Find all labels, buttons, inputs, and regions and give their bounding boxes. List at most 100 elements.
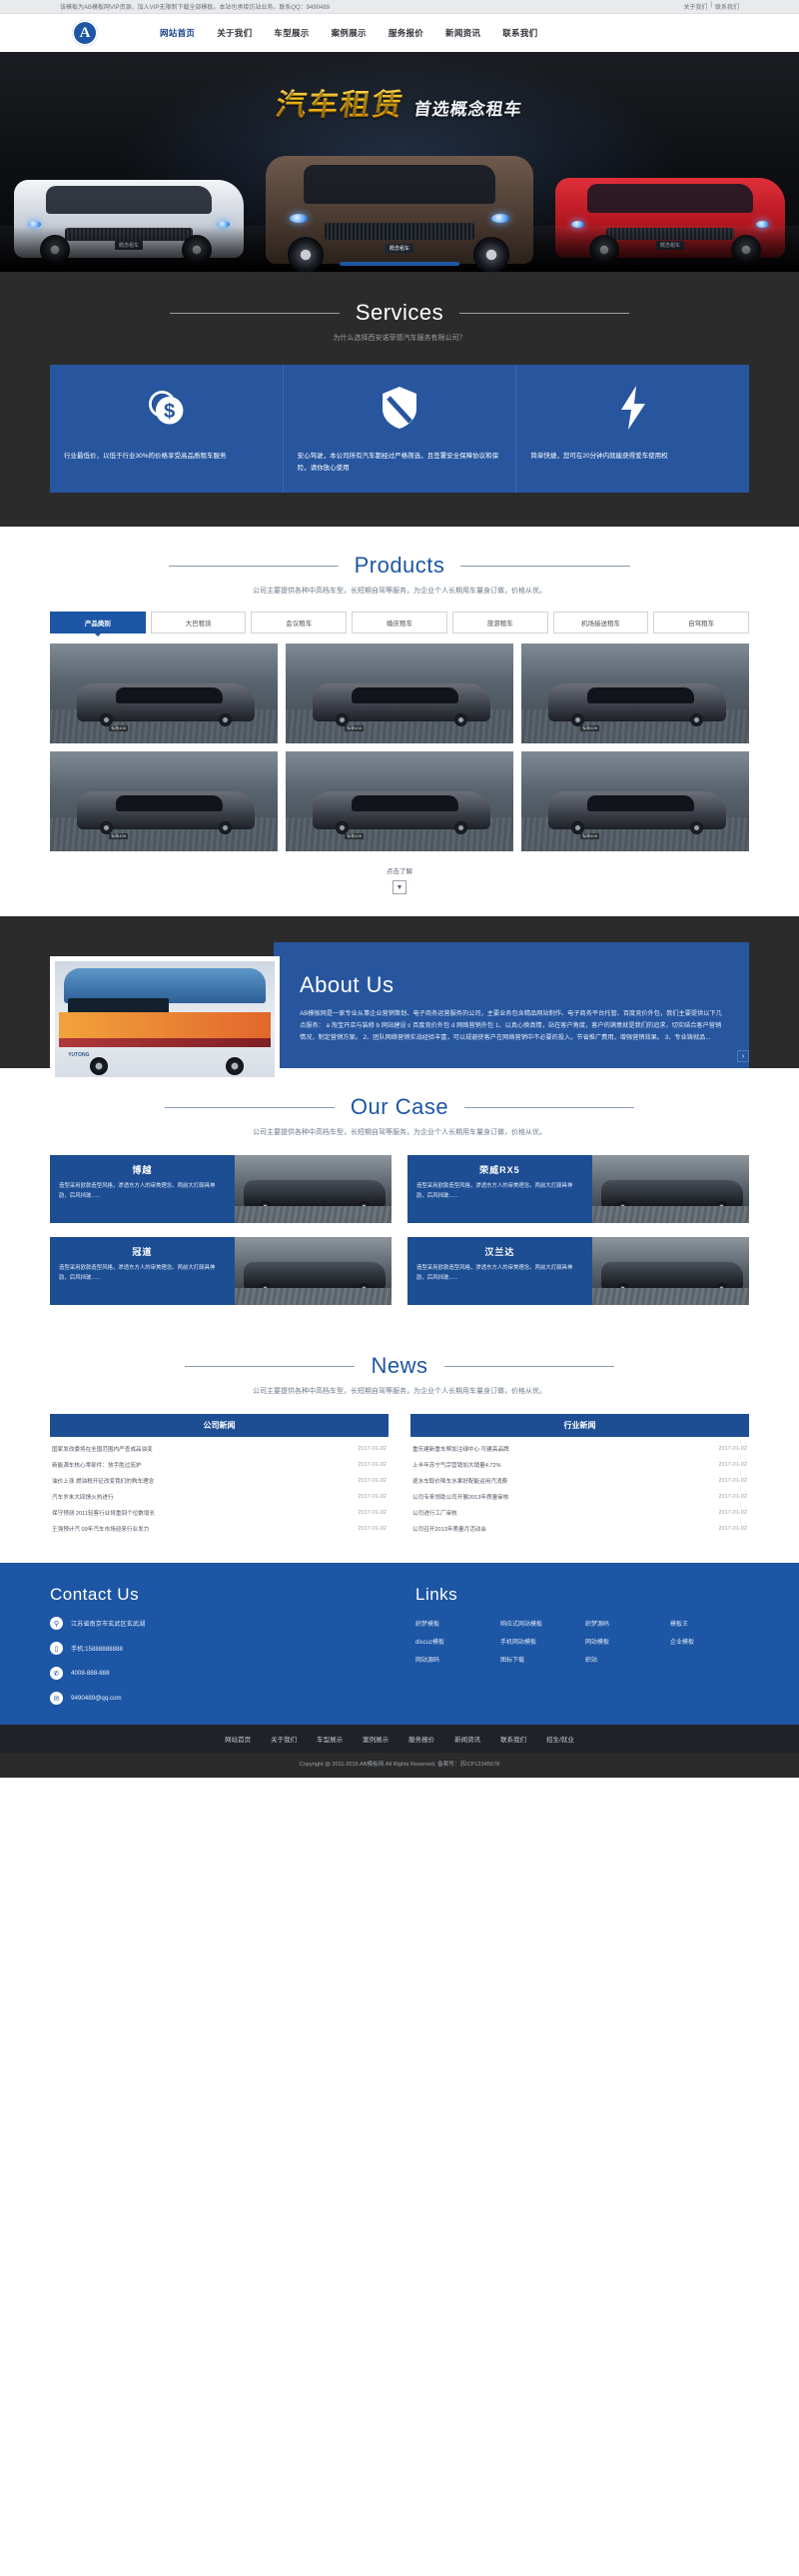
news-item-date: 2017-01-02 — [718, 1462, 747, 1469]
svg-text:$: $ — [164, 401, 175, 423]
tab-product-category[interactable]: 产品类别 — [50, 612, 146, 635]
chevron-down-icon[interactable]: ▼ — [393, 880, 406, 895]
product-card[interactable]: 标致408 — [521, 751, 749, 852]
news-item[interactable]: 公司专来领助公司开展2013年质量审核 2017-01-02 — [410, 1489, 749, 1505]
tab-self-drive-rental[interactable]: 自驾租车 — [653, 612, 750, 635]
news-section: News 公司主要提供各种中高档车型，长短期自驾等服务，为企业个人长期用车量身订… — [0, 1329, 799, 1564]
service-card-speed[interactable]: 简单快捷，您可在20分钟内就能获得爱车使用权 — [516, 365, 750, 494]
tab-bus-rental[interactable]: 大巴租赁 — [150, 612, 247, 635]
news-item[interactable]: 汽车岁末大回馈火热进行 2017-01-02 — [50, 1489, 389, 1505]
products-heading: Products 公司主要提供各种中高档车型，长短期自驾等服务，为企业个人长期用… — [0, 553, 799, 596]
footer-main: Contact Us ⚲ 江苏省南京市玄武区玄武湖 ▯ 手机:158888888… — [0, 1563, 799, 1726]
friend-link[interactable]: 模板王 — [670, 1619, 749, 1628]
nav-item-models[interactable]: 车型展示 — [274, 27, 309, 39]
product-card[interactable]: 标致408 — [286, 751, 513, 852]
news-item[interactable]: 重庆建新重车帮加注绿中心 可建高品牌 2017-01-02 — [410, 1441, 749, 1457]
case-card[interactable]: 博越 造型采用欧款造型风格，渗透东方人的审美理念。两前大灯颇具神韵，后风挡玻..… — [50, 1155, 392, 1224]
news-item-date: 2017-01-02 — [718, 1446, 747, 1453]
nav-item-home[interactable]: 网站首页 — [160, 27, 195, 39]
friend-link[interactable]: 手机网站模板 — [500, 1637, 579, 1646]
footer-nav-home[interactable]: 网站首页 — [225, 1734, 251, 1744]
service-card-text: 简单快捷，您可在20分钟内就能获得爱车使用权 — [530, 453, 668, 460]
footer-nav-jobs[interactable]: 招生/就业 — [546, 1734, 574, 1744]
case-car-image — [234, 1237, 392, 1306]
product-card[interactable]: 标致408 — [521, 644, 749, 744]
friend-link[interactable]: 企业模板 — [670, 1637, 749, 1646]
tab-wedding-rental[interactable]: 婚庆租车 — [352, 612, 447, 635]
site-logo-icon[interactable]: A — [72, 20, 98, 46]
service-card-safety[interactable]: 安心驾驶，本公司所有汽车都经过严格筛选，且签署安全保障协议和保险，请你放心使用 — [283, 365, 517, 494]
friend-link[interactable]: 织梦模板 — [415, 1619, 494, 1628]
headlight-icon — [491, 213, 509, 223]
contact-address-text: 江苏省南京市玄武区玄武湖 — [71, 1621, 146, 1629]
tab-conference-rental[interactable]: 会议租车 — [251, 612, 348, 635]
about-next-arrow-icon[interactable]: › — [737, 1050, 749, 1063]
products-more[interactable]: 点击了解 ▼ — [0, 865, 799, 895]
friend-link[interactable]: 图标下载 — [500, 1655, 579, 1664]
footer-nav-pricing[interactable]: 服务报价 — [408, 1734, 434, 1744]
services-heading: Services 为什么选择西安诺菲德汽车服务有限公司？ — [0, 300, 799, 343]
product-card[interactable]: 标致408 — [50, 751, 278, 852]
case-description: 造型采用欧款造型风格，渗透东方人的审美理念。两前大灯颇具神韵，后风挡玻.....… — [416, 1183, 573, 1199]
news-item-date: 2017-01-02 — [358, 1478, 387, 1485]
contact-column: Contact Us ⚲ 江苏省南京市玄武区玄武湖 ▯ 手机:158888888… — [50, 1585, 380, 1706]
car-windshield — [46, 186, 212, 215]
product-card[interactable]: 标致408 — [286, 644, 513, 744]
footer-nav-contact[interactable]: 联系我们 — [500, 1734, 526, 1744]
friend-link[interactable]: 网站源码 — [415, 1655, 494, 1664]
footer-nav-about[interactable]: 关于我们 — [271, 1734, 297, 1744]
case-grid: 博越 造型采用欧款造型风格，渗透东方人的审美理念。两前大灯颇具神韵，后风挡玻..… — [50, 1155, 749, 1306]
friend-link[interactable]: 织梦源码 — [585, 1619, 664, 1628]
services-card-list: $ 行业最低价，以低于行业30%的价格享受高品质租车服务 安心驾驶，本公司所有汽… — [50, 365, 750, 494]
top-link-contact[interactable]: 联系我们 — [715, 2, 739, 11]
news-item[interactable]: 公司进行工厂审核 2017-01-02 — [410, 1505, 749, 1521]
friend-link[interactable]: discuz模板 — [415, 1637, 494, 1646]
news-item[interactable]: 公司召开2013年质量月活动会 2017-01-02 — [410, 1521, 749, 1537]
product-label: 标致408 — [580, 833, 599, 840]
news-item[interactable]: 王强预计汽 09年汽车市场迎来行业发力 2017-01-02 — [50, 1521, 389, 1537]
top-notice-text: 该模板为AB模板网VIP资源，加入VIP无限制下载全部模板，本站也承接仿站业务，… — [60, 5, 331, 11]
cases-section: Our Case 公司主要提供各种中高档车型，长短期自驾等服务，为企业个人长期用… — [0, 1068, 799, 1330]
case-description: 造型采用欧款造型风格，渗透东方人的审美理念。两前大灯颇具神韵，后风挡玻.....… — [59, 1183, 216, 1199]
friend-link[interactable]: 织站 — [585, 1655, 664, 1664]
news-item-date: 2017-01-02 — [358, 1494, 387, 1501]
license-plate: 概念租车 — [385, 244, 414, 254]
friend-link[interactable]: 响应式网站模板 — [500, 1619, 579, 1628]
tab-travel-rental[interactable]: 旅游租车 — [451, 612, 548, 635]
heading-rule-left — [169, 312, 340, 314]
news-list: 重庆建新重车帮加注绿中心 可建高品牌 2017-01-02 上半年苏宁气宗营销加… — [410, 1441, 749, 1537]
footer-nav-models[interactable]: 车型展示 — [317, 1734, 343, 1744]
nav-item-cases[interactable]: 案例展示 — [332, 27, 367, 39]
nav-item-news[interactable]: 新闻资讯 — [445, 27, 480, 39]
news-item[interactable]: 上半年苏宁气宗营销加大销量4.72% 2017-01-02 — [410, 1457, 749, 1473]
top-link-about[interactable]: 关于我们 — [683, 2, 707, 11]
news-column-company: 公司新闻 国家发改委将在全国范围内严查成品油变 2017-01-02 新能源车核… — [50, 1414, 389, 1537]
case-card[interactable]: 荣威RX5 造型采用欧款造型风格，渗透东方人的审美理念。两前大灯颇具神韵，后风挡… — [407, 1155, 749, 1224]
nav-item-pricing[interactable]: 服务报价 — [389, 27, 423, 39]
product-card[interactable]: 标致408 — [50, 644, 278, 744]
news-item[interactable]: 油价上涨 燃油税开征改变我们的购车理念 2017-01-02 — [50, 1473, 389, 1489]
footer-nav-news[interactable]: 新闻资讯 — [454, 1734, 480, 1744]
top-notice-bar: 该模板为AB模板网VIP资源，加入VIP无限制下载全部模板，本站也承接仿站业务，… — [0, 0, 799, 14]
friend-link[interactable]: 网站模板 — [585, 1637, 664, 1646]
case-card[interactable]: 冠道 造型采用欧款造型风格，渗透东方人的审美理念。两前大灯颇具神韵，后风挡玻..… — [50, 1237, 392, 1306]
news-item[interactable]: 逐水车取价降车水果好配能运用汽消费 2017-01-02 — [410, 1473, 749, 1489]
products-title: Products — [354, 553, 445, 579]
news-heading: News 公司主要提供各种中高档车型，长短期自驾等服务，为企业个人长期用车量身订… — [0, 1353, 799, 1396]
news-item[interactable]: 新能源车核心零部件：放手胜过庇护 2017-01-02 — [50, 1457, 389, 1473]
news-item[interactable]: 保守预测 2011轻客行业将重回个位数增长 2017-01-02 — [50, 1505, 389, 1521]
nav-item-about[interactable]: 关于我们 — [217, 27, 252, 39]
case-card[interactable]: 汉兰达 造型采用欧款造型风格，渗透东方人的审美理念。两前大灯颇具神韵，后风挡玻.… — [407, 1237, 749, 1306]
products-more-label: 点击了解 — [387, 868, 412, 876]
tab-airport-transfer-rental[interactable]: 机场接送租车 — [552, 612, 649, 635]
about-section: YUTONG About Us AB模板网是一家专业从事企业营销策划、电子商务运… — [0, 916, 799, 1083]
banner-title-sub: 首选概念租车 — [412, 100, 524, 119]
banner-indicator-bar[interactable] — [340, 262, 459, 266]
news-item[interactable]: 国家发改委将在全国范围内严查成品油变 2017-01-02 — [50, 1441, 389, 1457]
service-card-price[interactable]: $ 行业最低价，以低于行业30%的价格享受高品质租车服务 — [50, 365, 284, 494]
footer-nav-cases[interactable]: 案例展示 — [363, 1734, 389, 1744]
banner-headline: 汽车租赁 首选概念租车 — [0, 80, 799, 124]
nav-item-contact[interactable]: 联系我们 — [502, 27, 537, 39]
news-item-date: 2017-01-02 — [358, 1462, 387, 1469]
headlight-icon — [290, 213, 308, 223]
